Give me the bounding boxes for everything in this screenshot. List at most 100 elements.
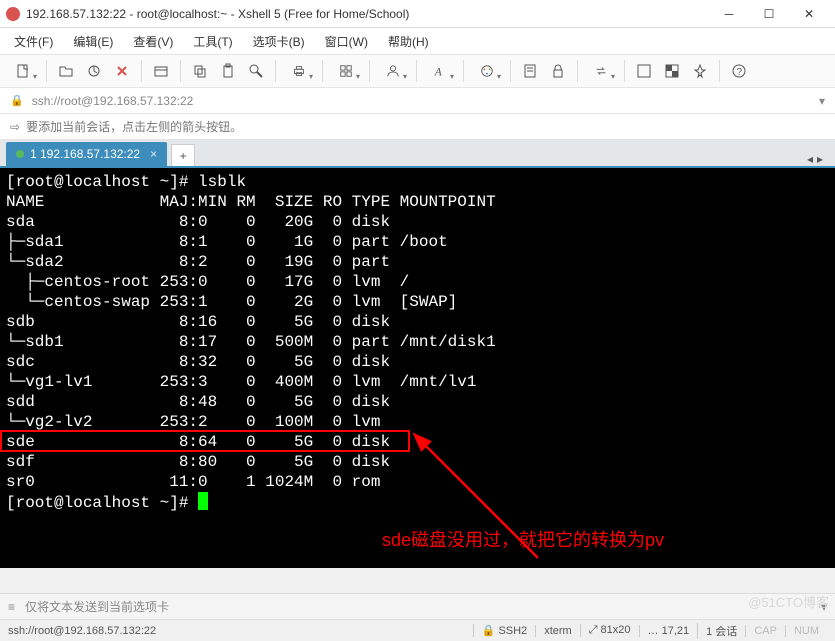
user-icon — [386, 64, 400, 78]
search-icon — [248, 63, 264, 79]
status-path: ssh://root@192.168.57.132:22 — [8, 625, 473, 637]
menu-window[interactable]: 窗口(W) — [317, 31, 376, 52]
ontop-button[interactable] — [687, 58, 713, 84]
menu-tabs[interactable]: 选项卡(B) — [245, 31, 313, 52]
chevron-down-icon[interactable]: ▾ — [819, 94, 825, 108]
lsblk-row: sdf 8:80 0 5G 0 disk — [6, 453, 400, 471]
close-tab-icon[interactable]: × — [150, 147, 157, 161]
transfer-button[interactable] — [584, 58, 618, 84]
terminal[interactable]: [root@localhost ~]# lsblk NAME MAJ:MIN R… — [0, 168, 835, 568]
paste-button[interactable] — [215, 58, 241, 84]
lsblk-header: NAME MAJ:MIN RM SIZE RO TYPE MOUNTPOINT — [6, 193, 496, 211]
pin-icon — [692, 63, 708, 79]
compose-placeholder[interactable]: 仅将文本发送到当前选项卡 — [25, 598, 169, 615]
copy-icon — [192, 63, 208, 79]
users-button[interactable] — [376, 58, 410, 84]
separator — [624, 60, 625, 82]
font-button[interactable]: A — [423, 58, 457, 84]
menu-file[interactable]: 文件(F) — [6, 31, 61, 52]
menu-help[interactable]: 帮助(H) — [380, 31, 437, 52]
lsblk-row: sda 8:0 0 20G 0 disk — [6, 213, 400, 231]
fullscreen-button[interactable] — [631, 58, 657, 84]
color-button[interactable] — [470, 58, 504, 84]
status-protocol: 🔒 SSH2 — [473, 624, 536, 637]
tip-text: 要添加当前会话，点击左侧的箭头按钮。 — [26, 118, 242, 135]
lsblk-row: └─sda2 8:2 0 19G 0 part — [6, 253, 400, 271]
transfer-icon — [594, 64, 608, 78]
tab-next-icon[interactable]: ▸ — [817, 152, 823, 166]
palette-icon — [480, 64, 494, 78]
new-session-button[interactable] — [6, 58, 40, 84]
reconnect-button[interactable] — [81, 58, 107, 84]
lock-button[interactable] — [545, 58, 571, 84]
command: lsblk — [198, 173, 246, 191]
address-bar[interactable]: 🔒 ssh://root@192.168.57.132:22 ▾ — [0, 88, 835, 114]
find-button[interactable] — [243, 58, 269, 84]
highlight-box — [0, 430, 410, 452]
separator — [510, 60, 511, 82]
tab-label: 1 192.168.57.132:22 — [30, 147, 140, 161]
lock-icon — [550, 63, 566, 79]
print-button[interactable] — [282, 58, 316, 84]
separator — [416, 60, 417, 82]
annotation-text: sde磁盘没用过，就把它的转换为pv — [382, 530, 664, 550]
prompt: [root@localhost ~]# — [6, 494, 198, 512]
separator — [577, 60, 578, 82]
lsblk-row: sdb 8:16 0 5G 0 disk — [6, 313, 400, 331]
session-tab-1[interactable]: 1 192.168.57.132:22 × — [6, 142, 167, 166]
grid-icon — [339, 64, 353, 78]
maximize-button[interactable]: ☐ — [749, 1, 789, 27]
font-icon: A — [433, 64, 447, 78]
menu-edit[interactable]: 编辑(E) — [65, 31, 121, 52]
lsblk-row: └─vg2-lv2 253:2 0 100M 0 lvm — [6, 413, 400, 431]
open-session-button[interactable] — [53, 58, 79, 84]
lock-icon: 🔒 — [10, 94, 24, 107]
printer-icon — [292, 64, 306, 78]
status-size: ⤢ 81x20 — [580, 624, 639, 637]
tab-strip: 1 192.168.57.132:22 × + ◂ ▸ — [0, 140, 835, 168]
compose-menu-icon[interactable]: ≡ — [8, 600, 15, 614]
add-tab-button[interactable]: + — [171, 144, 195, 166]
watermark: @51CTO博客 — [748, 592, 829, 611]
separator — [322, 60, 323, 82]
prompt: [root@localhost ~]# — [6, 173, 198, 191]
opacity-icon — [664, 63, 680, 79]
cursor — [198, 492, 208, 510]
svg-text:A: A — [434, 66, 442, 78]
close-button[interactable]: ✕ — [789, 1, 829, 27]
tab-nav: ◂ ▸ — [807, 152, 829, 166]
unplug-icon — [114, 63, 130, 79]
fullscreen-icon — [636, 63, 652, 79]
menu-bar: 文件(F) 编辑(E) 查看(V) 工具(T) 选项卡(B) 窗口(W) 帮助(… — [0, 28, 835, 54]
document-icon — [15, 63, 31, 79]
app-icon — [6, 7, 20, 21]
separator — [180, 60, 181, 82]
menu-view[interactable]: 查看(V) — [125, 31, 181, 52]
separator — [141, 60, 142, 82]
status-cap: CAP — [745, 625, 785, 637]
lsblk-row: └─sdb1 8:17 0 500M 0 part /mnt/disk1 — [6, 333, 496, 351]
help-button[interactable]: ? — [726, 58, 752, 84]
menu-tools[interactable]: 工具(T) — [185, 31, 240, 52]
copy-button[interactable] — [187, 58, 213, 84]
transparent-button[interactable] — [659, 58, 685, 84]
layout-button[interactable] — [329, 58, 363, 84]
separator — [463, 60, 464, 82]
arrow-icon[interactable]: ⇨ — [10, 120, 20, 134]
lsblk-row: ├─centos-root 253:0 0 17G 0 lvm / — [6, 273, 409, 291]
tab-prev-icon[interactable]: ◂ — [807, 152, 813, 166]
properties-button[interactable] — [148, 58, 174, 84]
lsblk-row: └─centos-swap 253:1 0 2G 0 lvm [SWAP] — [6, 293, 457, 311]
tip-bar: ⇨ 要添加当前会话，点击左侧的箭头按钮。 — [0, 114, 835, 140]
plug-icon — [86, 63, 102, 79]
script-button[interactable] — [517, 58, 543, 84]
lsblk-row: sr0 11:0 1 1024M 0 rom — [6, 473, 400, 491]
minimize-button[interactable]: ─ — [709, 1, 749, 27]
separator — [275, 60, 276, 82]
separator — [46, 60, 47, 82]
paste-icon — [220, 63, 236, 79]
status-bar: ssh://root@192.168.57.132:22 🔒 SSH2 xter… — [0, 619, 835, 641]
disconnect-button[interactable] — [109, 58, 135, 84]
status-dot-icon — [16, 150, 24, 158]
script-icon — [522, 63, 538, 79]
